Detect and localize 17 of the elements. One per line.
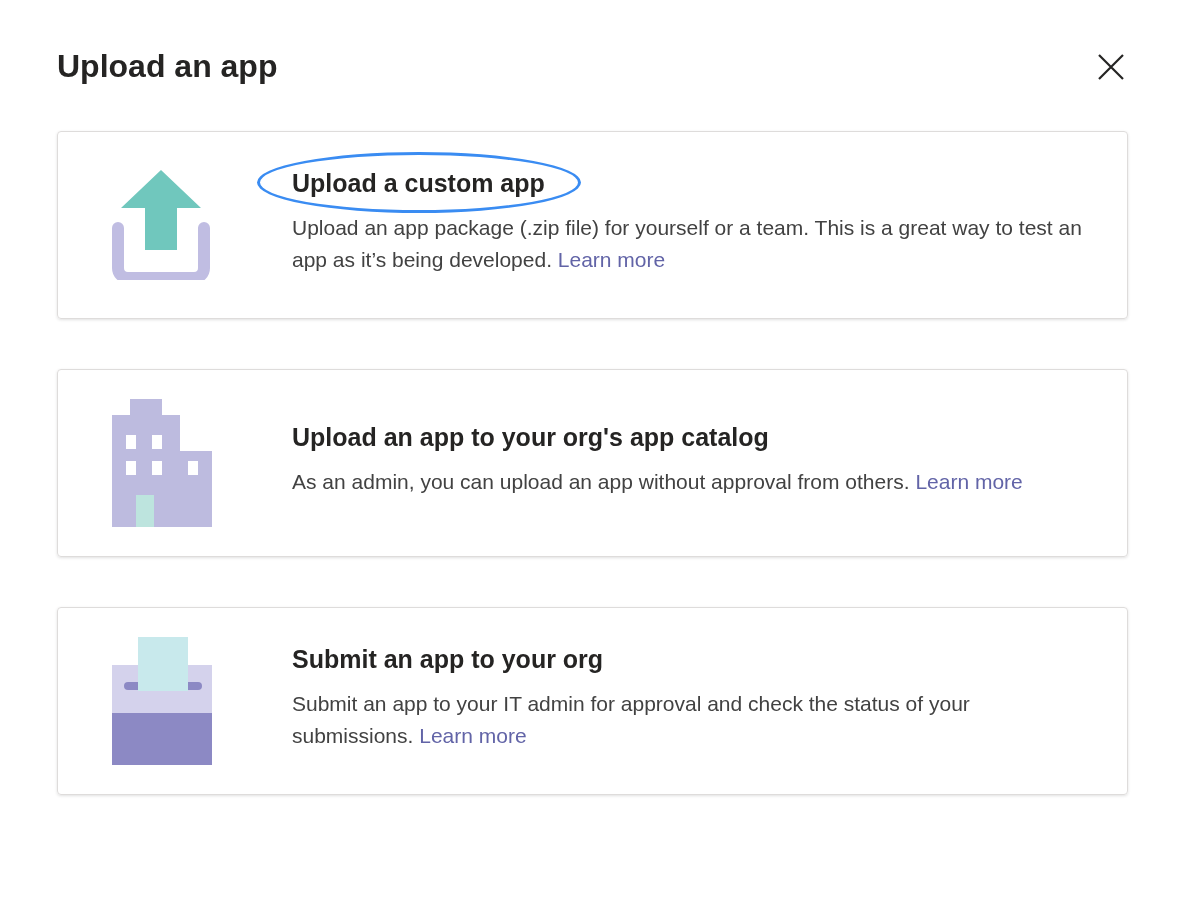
ballot-box-icon: [112, 637, 212, 765]
learn-more-link[interactable]: Learn more: [915, 469, 1023, 493]
learn-more-link[interactable]: Learn more: [557, 247, 666, 271]
option-title: Submit an app to your org: [292, 644, 604, 674]
option-description: As an admin, you can upload an app without approval from others. Learn more: [292, 468, 1024, 495]
option-title: Upload an app to your org's app catalog: [292, 422, 769, 452]
upload-icon: [112, 170, 210, 280]
option-card[interactable]: Upload an app to your org's app catalog As an admin, you can upload an app without approval from others. Learn more: [57, 369, 1128, 557]
building-icon: [112, 399, 212, 527]
option-card[interactable]: Submit an app to your org Submit an app to your IT admin for approval and check the status of your submissions. Learn more: [57, 607, 1128, 795]
dialog-title: Upload an app: [57, 48, 278, 85]
option-card[interactable]: Upload a custom app Upload an app package (.zip file) for yourself or a team. This is a great way to test an app as it’s being developed. Learn more: [57, 131, 1128, 319]
option-title: Upload a custom app: [292, 168, 545, 198]
option-description: Upload an app package (.zip file) for yourself or a team. This is a great way to test an app as it’s being developed. Learn more: [292, 214, 1083, 273]
option-description: Submit an app to your IT admin for approval and check the status of your submissions. Learn more: [292, 690, 971, 749]
learn-more-link[interactable]: Learn more: [419, 723, 527, 747]
close-button[interactable]: [1098, 53, 1124, 80]
